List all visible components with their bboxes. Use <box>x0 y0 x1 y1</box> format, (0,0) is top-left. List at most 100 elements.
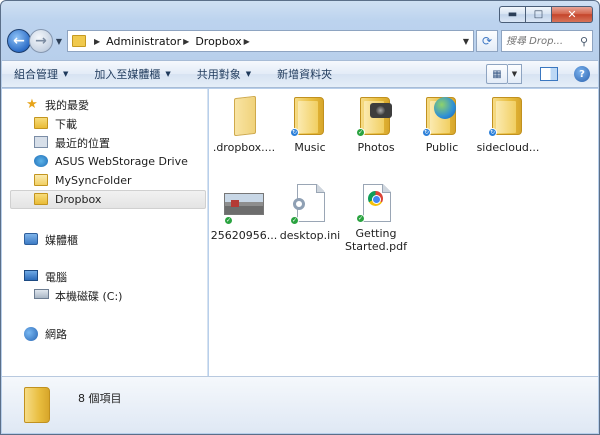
navigation-bar: ← → ▼ ▶ Administrator ▶ Dropbox ▶ ▼ ⟳ ⚲ <box>7 28 593 54</box>
search-input[interactable] <box>506 35 568 47</box>
recent-pages-dropdown[interactable]: ▼ <box>53 37 65 46</box>
file-name: .dropbox.... <box>212 141 276 154</box>
change-view-button[interactable]: ▦ <box>486 64 508 84</box>
sidebar-libraries[interactable]: 媒體櫃 <box>24 230 78 249</box>
sidebar-item-label: 下載 <box>55 117 77 131</box>
cloud-storage-icon <box>34 154 48 167</box>
file-name: sidecloud... <box>476 141 540 154</box>
image-thumbnail-icon: ✓ <box>222 181 266 225</box>
share-with-label: 共用對象 <box>196 68 241 81</box>
file-item[interactable]: ✓ 25620956... <box>211 181 277 253</box>
sidebar-item-label: MySyncFolder <box>55 174 132 187</box>
dropbox-folder-icon <box>34 192 48 205</box>
view-grid-icon: ▦ <box>492 68 502 80</box>
new-folder-label: 新增資料夾 <box>277 68 333 81</box>
file-name: Photos <box>357 141 395 154</box>
file-name: Public <box>425 141 459 154</box>
address-bar[interactable]: ▶ Administrator ▶ Dropbox ▶ ▼ <box>67 30 474 52</box>
sidebar-item-local-disk-c[interactable]: 本機磁碟 (C:) <box>34 286 122 305</box>
folder-icon <box>34 173 48 186</box>
back-button[interactable]: ← <box>7 29 31 53</box>
sidebar-item-label: 最近的位置 <box>55 136 110 150</box>
sidebar-item-recent-places[interactable]: 最近的位置 <box>34 133 110 152</box>
sidebar-libraries-label: 媒體櫃 <box>45 233 78 247</box>
refresh-button[interactable]: ⟳ <box>476 30 498 52</box>
folder-icon <box>72 35 86 47</box>
search-box[interactable]: ⚲ <box>501 30 593 52</box>
file-item[interactable]: ✓ Getting Started.pdf <box>343 181 409 253</box>
folder-icon <box>24 387 50 423</box>
breadcrumb-separator-icon[interactable]: ▶ <box>183 37 189 46</box>
hard-drive-icon <box>34 288 49 299</box>
synced-check-icon: ✓ <box>356 128 365 137</box>
address-dropdown-icon[interactable]: ▼ <box>459 37 473 46</box>
details-pane: 8 個項目 <box>2 376 598 433</box>
file-name-line-2: Started.pdf <box>345 240 407 253</box>
sidebar-item-downloads[interactable]: 下載 <box>34 114 77 133</box>
breadcrumb-administrator[interactable]: Administrator <box>106 35 181 48</box>
organize-label: 組合管理 <box>14 68 58 81</box>
sidebar-favorites[interactable]: ★ 我的最愛 <box>24 95 89 114</box>
arrow-left-icon: ← <box>13 33 25 49</box>
organize-menu[interactable]: 組合管理 ▼ <box>14 66 68 82</box>
chevron-down-icon: ▼ <box>63 70 69 78</box>
preview-pane-button[interactable] <box>540 67 558 81</box>
file-item[interactable]: ↻ Music <box>277 93 343 165</box>
caption-buttons: ▬ □ ✕ <box>499 6 593 23</box>
sync-status-icon: ↻ <box>290 128 299 137</box>
close-button[interactable]: ✕ <box>551 6 593 23</box>
sidebar-favorites-label: 我的最愛 <box>45 98 89 112</box>
synced-check-icon: ✓ <box>356 214 365 223</box>
computer-icon <box>24 269 38 281</box>
file-item[interactable]: .dropbox.... <box>211 93 277 165</box>
sidebar-network-label: 網路 <box>45 327 67 341</box>
view-options-dropdown[interactable]: ▼ <box>508 64 522 84</box>
sidebar-item-dropbox[interactable]: Dropbox <box>34 190 101 209</box>
sidebar-item-label: 本機磁碟 (C:) <box>55 289 123 303</box>
file-name: desktop.ini <box>279 229 341 242</box>
file-item[interactable]: ↻ sidecloud... <box>475 93 541 165</box>
new-folder-button[interactable]: 新增資料夾 <box>277 66 332 82</box>
minimize-button[interactable]: ▬ <box>499 6 525 23</box>
star-icon: ★ <box>26 96 38 112</box>
sidebar-item-asus-webstorage[interactable]: ASUS WebStorage Drive <box>34 152 188 171</box>
breadcrumb-separator-icon[interactable]: ▶ <box>244 37 250 46</box>
command-bar: 組合管理 ▼ 加入至媒體櫃 ▼ 共用對象 ▼ 新增資料夾 ▦ ▼ ? <box>2 60 598 88</box>
public-folder-icon: ↻ <box>420 93 464 137</box>
sidebar-network[interactable]: 網路 <box>24 324 67 343</box>
file-item[interactable]: ✓ desktop.ini <box>277 181 343 253</box>
breadcrumb-separator-icon[interactable]: ▶ <box>94 37 100 46</box>
sidebar-item-label: Dropbox <box>55 193 102 206</box>
sync-status-icon: ↻ <box>422 128 431 137</box>
downloads-folder-icon <box>34 116 48 129</box>
include-in-library-menu[interactable]: 加入至媒體櫃 ▼ <box>94 66 170 82</box>
recent-places-icon <box>34 135 48 148</box>
file-list: .dropbox.... ↻ Music ✓ Photos ↻ Public ↻… <box>209 89 598 376</box>
forward-button[interactable]: → <box>29 29 53 53</box>
maximize-button[interactable]: □ <box>525 6 551 23</box>
breadcrumb-dropbox[interactable]: Dropbox <box>195 35 241 48</box>
file-item[interactable]: ✓ Photos <box>343 93 409 165</box>
network-icon <box>24 326 38 341</box>
navigation-pane: ★ 我的最愛 下載 最近的位置 ASUS WebStorage Drive My… <box>2 89 208 376</box>
folder-icon: ↻ <box>486 93 530 137</box>
pdf-file-icon: ✓ <box>354 181 398 223</box>
command-bar-right: ▦ ▼ ? <box>486 64 598 84</box>
sidebar-item-mysyncfolder[interactable]: MySyncFolder <box>34 171 132 190</box>
photos-folder-icon: ✓ <box>354 93 398 137</box>
camera-icon <box>370 103 392 118</box>
arrow-right-icon: → <box>35 33 47 49</box>
library-icon <box>24 232 38 245</box>
sync-status-icon: ↻ <box>488 128 497 137</box>
file-name-line-1: Getting <box>355 227 397 240</box>
synced-check-icon: ✓ <box>224 216 233 225</box>
file-item[interactable]: ↻ Public <box>409 93 475 165</box>
share-with-menu[interactable]: 共用對象 ▼ <box>197 66 251 82</box>
chrome-icon <box>368 191 383 206</box>
help-button[interactable]: ? <box>574 66 590 82</box>
search-icon[interactable]: ⚲ <box>580 35 588 48</box>
chevron-down-icon: ▼ <box>245 70 252 78</box>
sidebar-computer[interactable]: 電腦 <box>24 267 67 286</box>
item-count: 8 個項目 <box>78 392 122 405</box>
chevron-down-icon: ▼ <box>165 70 171 78</box>
